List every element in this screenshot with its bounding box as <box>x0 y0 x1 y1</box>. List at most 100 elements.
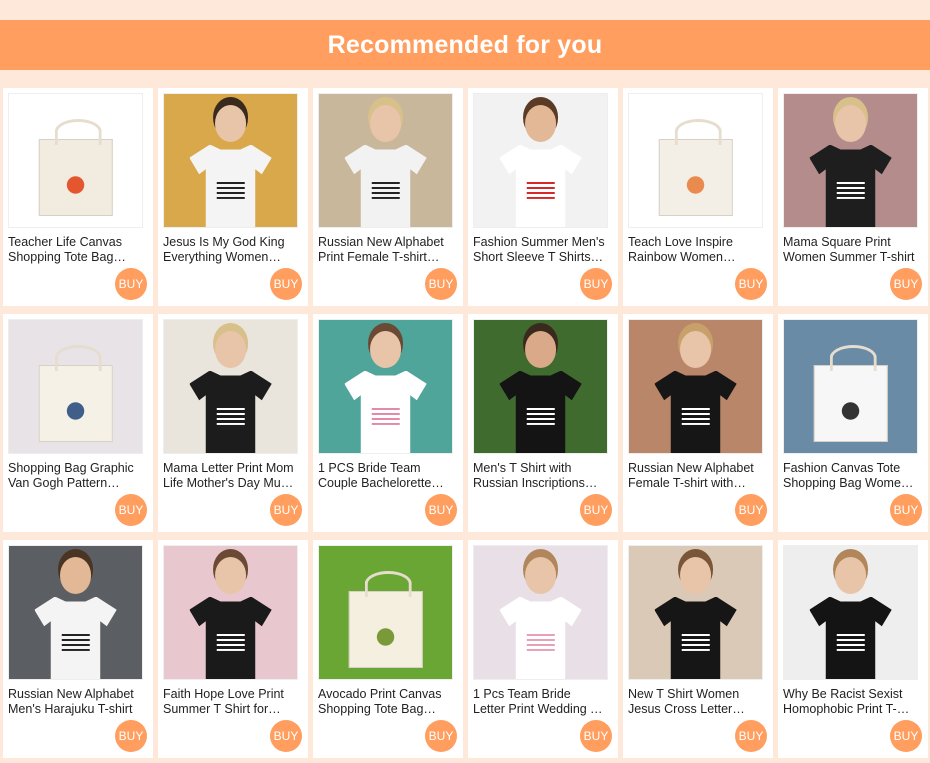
model-head <box>834 104 867 142</box>
product-image[interactable] <box>783 93 918 228</box>
product-title[interactable]: Why Be Racist Sexist Homophobic Print T-… <box>783 687 915 717</box>
product-image[interactable] <box>163 93 298 228</box>
buy-button[interactable]: BUY <box>735 720 767 752</box>
product-title[interactable]: Mama Square Print Women Summer T-shirt <box>783 235 915 265</box>
product-title[interactable]: Avocado Print Canvas Shopping Tote Bag F… <box>318 687 450 717</box>
buy-button[interactable]: BUY <box>580 494 612 526</box>
product-image[interactable] <box>628 545 763 680</box>
product-image[interactable] <box>628 93 763 228</box>
buy-button[interactable]: BUY <box>580 268 612 300</box>
buy-button[interactable]: BUY <box>735 268 767 300</box>
model-head <box>679 330 712 368</box>
product-title[interactable]: Jesus Is My God King Everything Women Gr… <box>163 235 295 265</box>
buy-button[interactable]: BUY <box>115 720 147 752</box>
product-card[interactable]: Russian New Alphabet Men's Harajuku T-sh… <box>3 540 153 758</box>
model-head <box>214 330 247 368</box>
buy-button[interactable]: BUY <box>270 720 302 752</box>
model-head <box>369 104 402 142</box>
model-head <box>369 330 402 368</box>
product-title[interactable]: Men's T Shirt with Russian Inscriptions … <box>473 461 605 491</box>
product-title[interactable]: Fashion Canvas Tote Shopping Bag Women Q… <box>783 461 915 491</box>
model-head <box>524 556 557 594</box>
product-card[interactable]: Russian New Alphabet Print Female T-shir… <box>313 88 463 306</box>
buy-button[interactable]: BUY <box>425 268 457 300</box>
tshirt-graphic <box>344 144 427 227</box>
product-image[interactable] <box>318 319 453 454</box>
product-image[interactable] <box>8 93 143 228</box>
product-image[interactable] <box>473 545 608 680</box>
product-title[interactable]: Mama Letter Print Mom Life Mother's Day … <box>163 461 295 491</box>
shirt-print <box>526 406 555 425</box>
model-head <box>679 556 712 594</box>
product-image[interactable] <box>163 545 298 680</box>
product-card[interactable]: Avocado Print Canvas Shopping Tote Bag F… <box>313 540 463 758</box>
product-grid: Teacher Life Canvas Shopping Tote Bag Re… <box>3 88 928 758</box>
product-image[interactable] <box>8 319 143 454</box>
tote-bag-graphic <box>38 345 113 443</box>
product-title[interactable]: Teacher Life Canvas Shopping Tote Bag Re… <box>8 235 140 265</box>
product-card[interactable]: 1 Pcs Team Bride Letter Print Wedding T-… <box>468 540 618 758</box>
product-title[interactable]: Shopping Bag Graphic Van Gogh Pattern Ca… <box>8 461 140 491</box>
tote-bag-graphic <box>658 119 733 217</box>
buy-button[interactable]: BUY <box>115 494 147 526</box>
product-title[interactable]: Russian New Alphabet Print Female T-shir… <box>318 235 450 265</box>
product-card[interactable]: New T Shirt Women Jesus Cross Letter Pri… <box>623 540 773 758</box>
product-card[interactable]: Mama Square Print Women Summer T-shirt BU… <box>778 88 928 306</box>
bag-print <box>53 392 98 423</box>
shirt-print <box>216 406 245 425</box>
product-title[interactable]: Teach Love Inspire Rainbow Women Canvas … <box>628 235 760 265</box>
product-card[interactable]: 1 PCS Bride Team Couple Bachelorette Par… <box>313 314 463 532</box>
product-image[interactable] <box>8 545 143 680</box>
product-card[interactable]: Men's T Shirt with Russian Inscriptions … <box>468 314 618 532</box>
buy-button[interactable]: BUY <box>425 720 457 752</box>
product-title[interactable]: Russian New Alphabet Female T-shirt with… <box>628 461 760 491</box>
product-card[interactable]: Why Be Racist Sexist Homophobic Print T-… <box>778 540 928 758</box>
product-image[interactable] <box>783 319 918 454</box>
shirt-print <box>216 180 245 199</box>
buy-button[interactable]: BUY <box>580 720 612 752</box>
product-image[interactable] <box>163 319 298 454</box>
product-card[interactable]: Russian New Alphabet Female T-shirt with… <box>623 314 773 532</box>
product-card[interactable]: Mama Letter Print Mom Life Mother's Day … <box>158 314 308 532</box>
buy-button[interactable]: BUY <box>425 494 457 526</box>
bag-print <box>53 166 98 197</box>
shirt-print <box>526 180 555 199</box>
product-title[interactable]: New T Shirt Women Jesus Cross Letter Pri… <box>628 687 760 717</box>
model-head <box>524 104 557 142</box>
product-image[interactable] <box>473 319 608 454</box>
product-card[interactable]: Fashion Summer Men's Short Sleeve T Shir… <box>468 88 618 306</box>
product-card[interactable]: Teach Love Inspire Rainbow Women Canvas … <box>623 88 773 306</box>
product-card[interactable]: Teacher Life Canvas Shopping Tote Bag Re… <box>3 88 153 306</box>
product-title[interactable]: Fashion Summer Men's Short Sleeve T Shir… <box>473 235 605 265</box>
buy-button[interactable]: BUY <box>115 268 147 300</box>
product-card[interactable]: Jesus Is My God King Everything Women Gr… <box>158 88 308 306</box>
tshirt-graphic <box>499 370 582 453</box>
product-card[interactable]: Fashion Canvas Tote Shopping Bag Women Q… <box>778 314 928 532</box>
shirt-print <box>681 406 710 425</box>
shirt-print <box>526 632 555 651</box>
product-image[interactable] <box>318 93 453 228</box>
tshirt-graphic <box>499 144 582 227</box>
buy-button[interactable]: BUY <box>890 720 922 752</box>
model-head <box>214 104 247 142</box>
buy-button[interactable]: BUY <box>735 494 767 526</box>
product-image[interactable] <box>473 93 608 228</box>
tshirt-graphic <box>654 370 737 453</box>
product-title[interactable]: 1 Pcs Team Bride Letter Print Wedding T-… <box>473 687 605 717</box>
buy-button[interactable]: BUY <box>270 268 302 300</box>
buy-button[interactable]: BUY <box>270 494 302 526</box>
buy-button[interactable]: BUY <box>890 494 922 526</box>
buy-button[interactable]: BUY <box>890 268 922 300</box>
product-image[interactable] <box>318 545 453 680</box>
product-image[interactable] <box>628 319 763 454</box>
bag-print <box>828 392 873 423</box>
tshirt-graphic <box>189 370 272 453</box>
product-image[interactable] <box>783 545 918 680</box>
product-title[interactable]: Russian New Alphabet Men's Harajuku T-sh… <box>8 687 140 717</box>
product-card[interactable]: Shopping Bag Graphic Van Gogh Pattern Ca… <box>3 314 153 532</box>
product-title[interactable]: Faith Hope Love Print Summer T Shirt for… <box>163 687 295 717</box>
shirt-print <box>61 632 90 651</box>
tshirt-graphic <box>189 144 272 227</box>
product-card[interactable]: Faith Hope Love Print Summer T Shirt for… <box>158 540 308 758</box>
product-title[interactable]: 1 PCS Bride Team Couple Bachelorette Par… <box>318 461 450 491</box>
